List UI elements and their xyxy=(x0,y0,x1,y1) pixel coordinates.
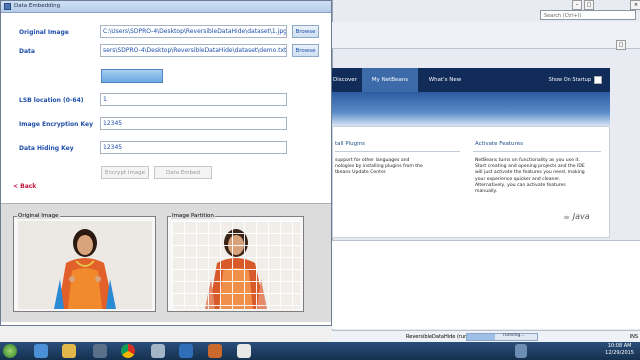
netbeans-start-content: tall Plugins support for other languages… xyxy=(332,126,610,238)
original-image-panel: Original Image xyxy=(13,213,156,312)
window-restore-icon[interactable]: □ xyxy=(616,40,626,50)
original-image-panel-title: Original Image xyxy=(17,213,60,219)
plugins-text: support for other languages and nologies… xyxy=(335,158,423,177)
browse-image-button[interactable]: Browse xyxy=(292,25,319,38)
browse-data-button[interactable]: Browse xyxy=(292,44,319,57)
partition-grid xyxy=(172,221,300,309)
features-text-line: manually. xyxy=(475,189,498,195)
clock-time: 10:08 AM xyxy=(607,343,632,349)
run-progress-fill xyxy=(467,334,495,340)
maximize-icon[interactable]: □ xyxy=(584,0,594,10)
output-panel xyxy=(332,240,640,329)
progress-text: running... xyxy=(503,333,525,338)
system-clock[interactable]: 10:08 AM 12/29/2015 xyxy=(605,343,634,357)
tab-discover[interactable]: Discover xyxy=(332,68,358,92)
tray-icon[interactable] xyxy=(515,344,527,358)
features-text-line: will just activate the features you need… xyxy=(475,170,585,176)
image-partition-panel-title: Image Partition xyxy=(171,213,215,219)
image-key-label: Image Encryption Key xyxy=(19,121,94,128)
show-on-startup[interactable]: Show On Startup xyxy=(549,68,602,92)
show-on-startup-checkbox[interactable] xyxy=(594,75,602,84)
java-logo: ☕ Java xyxy=(563,212,590,221)
dialog-titlebar[interactable]: Data Embedding xyxy=(1,1,331,13)
dialog-title: Data Embedding xyxy=(14,3,61,9)
netbeans-banner xyxy=(332,92,610,126)
netbeans-start-tabs: Discover My NetBeans What's New Show On … xyxy=(332,68,610,92)
media-player-icon[interactable] xyxy=(93,344,107,358)
windows-taskbar: 10:08 AM 12/29/2015 xyxy=(0,342,640,360)
encrypt-image-button[interactable]: Encrypt Image xyxy=(101,166,149,179)
tab-my-netbeans[interactable]: My NetBeans xyxy=(362,68,418,92)
show-on-startup-label: Show On Startup xyxy=(548,77,591,83)
java-logo-text: Java xyxy=(572,212,590,221)
netbeans-icon[interactable] xyxy=(179,344,193,358)
woman-in-saree-image xyxy=(18,221,152,309)
run-progress: running... xyxy=(466,333,538,341)
data-path-field[interactable]: sers\SDPRO-4\Desktop\ReversibleDataHide\… xyxy=(100,44,287,57)
features-text: NetBeans turns on functionality as you u… xyxy=(475,158,585,195)
divider xyxy=(473,151,601,152)
clock-date: 12/29/2015 xyxy=(605,350,634,356)
original-image-preview xyxy=(18,221,152,309)
partition-image-preview xyxy=(172,221,300,309)
lsb-location-label: LSB location (0-64) xyxy=(19,97,84,104)
image-partition-panel: Image Partition xyxy=(167,213,304,312)
data-label: Data xyxy=(19,48,35,55)
app-icon-orange[interactable] xyxy=(208,344,222,358)
back-link[interactable]: < Back xyxy=(13,183,36,190)
tab-whats-new[interactable]: What's New xyxy=(420,68,470,92)
install-plugins-link[interactable]: tall Plugins xyxy=(335,141,365,147)
close-icon[interactable]: × xyxy=(630,0,640,10)
java-icon[interactable] xyxy=(237,344,251,358)
divider xyxy=(335,151,460,152)
minimize-icon[interactable]: – xyxy=(572,0,582,10)
start-button-icon[interactable] xyxy=(3,344,17,358)
unlabeled-button[interactable] xyxy=(101,69,163,83)
app-icon xyxy=(4,3,11,10)
image-panels: Original Image Image Partition xyxy=(1,203,331,322)
ide-toolbar xyxy=(332,22,640,49)
data-key-label: Data Hiding Key xyxy=(19,145,74,152)
data-key-field[interactable]: 12345 xyxy=(100,141,287,154)
original-image-path-field[interactable]: C:\Users\SDPRO-4\Desktop\ReversibleDataH… xyxy=(100,25,287,38)
plugins-text-line: tbeans Update Center. xyxy=(335,170,387,176)
image-key-field[interactable]: 12345 xyxy=(100,117,287,130)
data-embedding-dialog: Data Embedding Original Image C:\Users\S… xyxy=(0,0,332,326)
status-ins: INS xyxy=(629,334,638,340)
folder-icon[interactable] xyxy=(62,344,76,358)
ie-icon[interactable] xyxy=(34,344,48,358)
activate-features-link[interactable]: Activate Features xyxy=(475,141,523,147)
status-task: ReversibleDataHide (run) xyxy=(406,334,470,340)
lsb-location-field[interactable]: 1 xyxy=(100,93,287,106)
paint-icon[interactable] xyxy=(151,344,165,358)
original-image-label: Original Image xyxy=(19,29,69,36)
chrome-icon[interactable] xyxy=(121,344,135,358)
data-embed-button[interactable]: Data Embed xyxy=(154,166,212,179)
ide-search-input[interactable]: Search (Ctrl+I) xyxy=(540,10,636,20)
